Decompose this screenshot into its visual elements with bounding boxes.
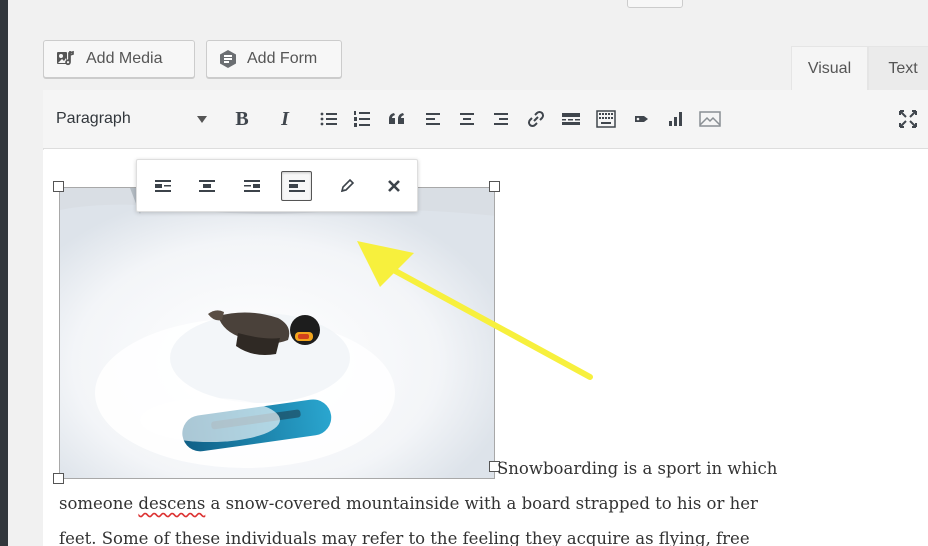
image-toolbar [136,159,418,212]
mail-icon [699,111,721,127]
pencil-icon [340,178,354,193]
image-align-center-button[interactable] [191,171,222,201]
chart-icon [669,112,682,126]
align-right-icon [494,113,508,125]
align-right-button[interactable] [487,104,515,134]
numbered-list-button[interactable] [348,104,376,134]
add-form-icon [220,50,236,68]
resize-handle-top-left[interactable] [53,181,64,192]
align-center-icon [198,180,215,192]
read-more-icon [562,113,580,125]
chevron-down-icon [197,116,207,123]
add-media-button[interactable]: Add Media [43,40,195,78]
align-left-icon [154,180,171,192]
image-remove-button[interactable] [378,171,409,201]
numbered-list-icon [354,111,370,127]
admin-sidebar-edge [0,0,8,546]
align-left-button[interactable] [419,104,447,134]
tag-button[interactable] [628,104,656,134]
resize-handle-top-right[interactable] [489,181,500,192]
add-form-button[interactable]: Add Form [206,40,342,78]
tab-text[interactable]: Text [868,46,928,91]
toggle-toolbar-button[interactable] [592,104,620,134]
add-media-label: Add Media [86,50,163,67]
bold-button[interactable]: B [228,104,256,134]
fullscreen-button[interactable] [894,104,922,134]
chart-button[interactable] [662,104,690,134]
content-line-1: Snowboarding is a sport in which [497,459,778,478]
format-select-value: Paragraph [56,110,131,127]
blockquote-icon [389,113,404,124]
content-text-end: a snow-covered mountainside with a board… [205,494,758,513]
format-select[interactable]: Paragraph [56,104,214,134]
align-left-icon [426,113,440,125]
top-control [627,0,683,8]
image-no-align-button[interactable] [281,171,312,201]
align-right-icon [243,180,260,192]
content-line-3: feet. Some of these individuals may refe… [59,529,750,546]
fullscreen-icon [899,110,917,128]
italic-button[interactable]: I [271,104,299,134]
bold-icon: B [235,107,249,130]
image-align-left-button[interactable] [147,171,178,201]
mail-button[interactable] [696,104,724,134]
image-edit-button[interactable] [331,171,362,201]
read-more-button[interactable] [557,104,585,134]
toggle-toolbar-icon [596,110,616,128]
align-center-icon [460,113,474,125]
bullet-list-icon [320,112,337,126]
link-icon [527,110,545,128]
tab-visual[interactable]: Visual [791,46,868,91]
link-button[interactable] [522,104,550,134]
annotation-arrow [357,241,593,380]
add-media-icon [57,50,74,66]
align-center-button[interactable] [453,104,481,134]
resize-handle-bottom-left[interactable] [53,473,64,484]
content-text-start: someone [59,494,139,513]
add-form-label: Add Form [247,50,318,67]
tag-icon [635,116,648,122]
editor-toolbar: Paragraph B I [43,90,928,149]
blockquote-button[interactable] [383,104,411,134]
misspelled-word[interactable]: descens [138,494,205,513]
content-line-2: someone descens a snow-covered mountains… [59,494,758,513]
close-icon [387,180,400,192]
bullet-list-button[interactable] [315,104,343,134]
image-align-right-button[interactable] [236,171,267,201]
align-none-icon [288,180,305,192]
italic-icon: I [281,107,289,130]
